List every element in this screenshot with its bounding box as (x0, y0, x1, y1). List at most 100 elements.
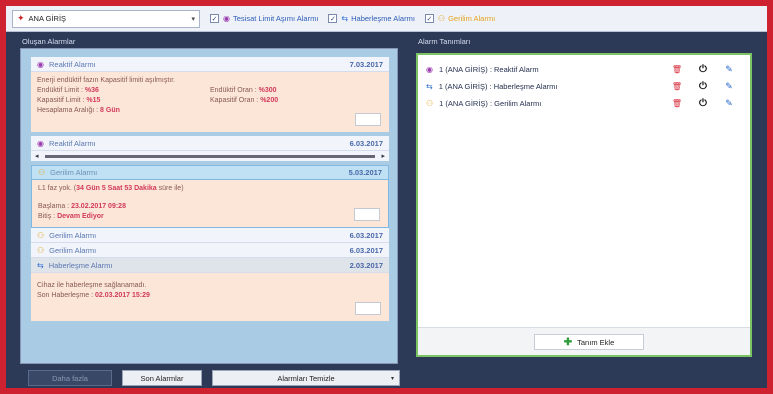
end-label: Bitiş : (38, 213, 56, 220)
alarm-definitions-panel: ◉ 1 (ANA GİRİŞ) : Reaktif Alarm 🗑 ⏻ ✎ ⇆ … (416, 53, 752, 357)
alarm-item-header[interactable]: ◉ Reaktif Alarmı 6.03.2017 (31, 136, 389, 151)
end-value: Devam Ediyor (57, 213, 104, 220)
eye-icon: ◉ (426, 65, 433, 74)
desc-prefix: L1 faz yok. ( (38, 185, 77, 192)
rule-item[interactable]: ◉ 1 (ANA GİRİŞ) : Reaktif Alarm 🗑 ⏻ ✎ (418, 61, 750, 78)
trash-icon[interactable]: 🗑 (664, 65, 690, 74)
last-alarms-button[interactable]: Son Alarmlar (122, 370, 202, 386)
alarm-date: 2.03.2017 (349, 260, 383, 270)
eye-icon: ◉ (37, 138, 44, 148)
alarm-item-header[interactable]: ◉ Reaktif Alarmı 7.03.2017 (31, 57, 389, 72)
link-icon: ⚇ (37, 245, 45, 255)
checkbox-limit-alarm[interactable]: ✓ (210, 14, 219, 23)
rule-item[interactable]: ⇆ 1 (ANA GİRİŞ) : Haberleşme Alarmı 🗑 ⏻ … (418, 78, 750, 95)
alarm-title: Gerilim Alarmı (49, 245, 97, 255)
alarm-details: Cihaz ile haberleşme sağlanamadı. Son Ha… (31, 273, 389, 321)
interval-label: Hesaplama Aralığı : (37, 107, 99, 114)
checkbox-comm-alarm[interactable]: ✓ (328, 14, 338, 23)
note-input[interactable] (355, 113, 381, 126)
add-definition-button[interactable]: ✚ Tanım Ekle (534, 334, 644, 350)
link-icon: ⚇ (38, 168, 46, 177)
alarm-item-header-selected[interactable]: ⚇ Gerilim Alarmı 5.03.2017 (31, 165, 389, 180)
note-input[interactable] (355, 302, 381, 315)
alarm-description: Cihaz ile haberleşme sağlanamadı. (37, 282, 147, 289)
alarms-panel: ◉ Reaktif Alarmı 7.03.2017 Enerji endükt… (20, 48, 398, 364)
pencil-icon[interactable]: ✎ (716, 81, 742, 92)
link-icon: ⚇ (437, 14, 446, 23)
alarm-item-header[interactable]: ⚇ Gerilim Alarmı 6.03.2017 (31, 243, 389, 258)
eye-icon: ◉ (223, 14, 230, 23)
pencil-icon[interactable]: ✎ (716, 64, 742, 75)
checkbox-voltage-alarm[interactable]: ✓ (424, 14, 434, 23)
eye-icon: ◉ (37, 59, 44, 69)
left-panel-title: Oluşan Alarmlar (22, 37, 76, 46)
alarm-date: 6.03.2017 (349, 245, 383, 255)
right-panel-title: Alarm Tanımları (418, 37, 471, 46)
scroll-left-icon[interactable]: ◂ (35, 152, 39, 160)
slider-track[interactable] (44, 154, 376, 158)
link-icon: ⚇ (37, 230, 45, 240)
filter-comm-alarm[interactable]: ✓ ⇆ Haberleşme Alarmı (328, 14, 415, 23)
plus-icon: ✚ (563, 336, 573, 348)
alarm-item-header[interactable]: ⚇ Gerilim Alarmı 6.03.2017 (31, 228, 389, 243)
pencil-icon[interactable]: ✎ (716, 98, 742, 109)
add-definition-label: Tanım Ekle (577, 337, 615, 347)
ind-limit-label: Endüktif Limit : (37, 87, 83, 94)
duration-value: 34 Gün 5 Saat 53 Dakika (76, 185, 157, 192)
start-value: 23.02.2017 09:28 (71, 203, 126, 210)
usb-icon: ⇆ (37, 260, 44, 270)
cap-ratio-value: %200 (260, 97, 279, 104)
top-toolbar: ✦ ANA GİRİŞ ▾ ✓ ◉ Tesisat Limit Aşımı Al… (6, 6, 767, 32)
alarm-date: 6.03.2017 (349, 230, 383, 240)
alarm-item-header[interactable]: ⇆ Haberleşme Alarmı 2.03.2017 (31, 258, 389, 273)
alarm-list: ◉ Reaktif Alarmı 7.03.2017 Enerji endükt… (31, 57, 389, 321)
scroll-slider[interactable]: ◂ ▸ (31, 151, 389, 161)
trash-icon[interactable]: 🗑 (664, 99, 690, 108)
location-pin-icon: ✦ (17, 13, 25, 23)
power-icon[interactable]: ⏻ (690, 64, 716, 75)
chevron-down-icon: ▾ (390, 375, 394, 382)
cap-limit-label: Kapasitif Limit : (37, 97, 85, 104)
power-icon[interactable]: ⏻ (690, 81, 716, 92)
alarm-details: Enerji endüktif fazın Kapasitif limiti a… (31, 72, 389, 132)
alarm-date: 6.03.2017 (349, 138, 383, 148)
device-select-value: ANA GİRİŞ (28, 14, 67, 23)
alarm-title: Gerilim Alarmı (49, 230, 97, 240)
trash-icon[interactable]: 🗑 (664, 82, 690, 91)
rule-label: 1 (ANA GİRİŞ) : Reaktif Alarm (438, 65, 539, 74)
link-icon: ⚇ (426, 99, 434, 108)
usb-icon: ⇆ (426, 82, 433, 91)
usb-icon: ⇆ (341, 14, 349, 23)
clear-alarms-button[interactable]: Alarmları Temizle ▾ (212, 370, 400, 386)
alarm-title: Haberleşme Alarmı (48, 260, 113, 270)
device-select[interactable]: ✦ ANA GİRİŞ ▾ (12, 9, 200, 28)
start-label: Başlama : (38, 203, 70, 210)
add-definition-area: ✚ Tanım Ekle (418, 327, 750, 355)
power-icon[interactable]: ⏻ (690, 98, 716, 109)
desc-suffix: süre ile) (156, 185, 184, 192)
cap-ratio-label: Kapasitif Oran : (210, 97, 259, 104)
alarm-title: Gerilim Alarmı (50, 168, 98, 177)
alarm-date: 7.03.2017 (349, 59, 383, 69)
alarm-description: Enerji endüktif fazın Kapasitif limiti a… (37, 77, 176, 84)
ind-ratio-value: %300 (258, 87, 277, 94)
cap-limit-value: %15 (86, 97, 101, 104)
alarm-details: L1 faz yok. (34 Gün 5 Saat 53 Dakika sür… (31, 180, 389, 228)
chevron-down-icon: ▾ (191, 15, 195, 23)
bottom-actions: Daha fazla Son Alarmlar Alarmları Temizl… (28, 370, 400, 386)
rule-item[interactable]: ⚇ 1 (ANA GİRİŞ) : Gerilim Alarmı 🗑 ⏻ ✎ (418, 95, 750, 112)
rule-label: 1 (ANA GİRİŞ) : Haberleşme Alarmı (438, 82, 558, 91)
scroll-right-icon[interactable]: ▸ (381, 152, 385, 160)
more-button[interactable]: Daha fazla (28, 370, 112, 386)
alarm-date: 5.03.2017 (348, 168, 382, 177)
filter-voltage-alarm-label: Gerilim Alarmı (448, 14, 496, 23)
clear-alarms-label: Alarmları Temizle (277, 373, 335, 383)
filter-comm-alarm-label: Haberleşme Alarmı (351, 14, 415, 23)
filter-limit-alarm[interactable]: ✓ ◉ Tesisat Limit Aşımı Alarmı (210, 14, 318, 23)
last-comm-value: 02.03.2017 15:29 (94, 292, 150, 299)
filter-voltage-alarm[interactable]: ✓ ⚇ Gerilim Alarmı (424, 14, 496, 23)
rule-label: 1 (ANA GİRİŞ) : Gerilim Alarmı (439, 99, 542, 108)
app-frame: ✦ ANA GİRİŞ ▾ ✓ ◉ Tesisat Limit Aşımı Al… (6, 6, 767, 388)
ind-limit-value: %36 (84, 87, 99, 94)
note-input[interactable] (354, 208, 380, 221)
